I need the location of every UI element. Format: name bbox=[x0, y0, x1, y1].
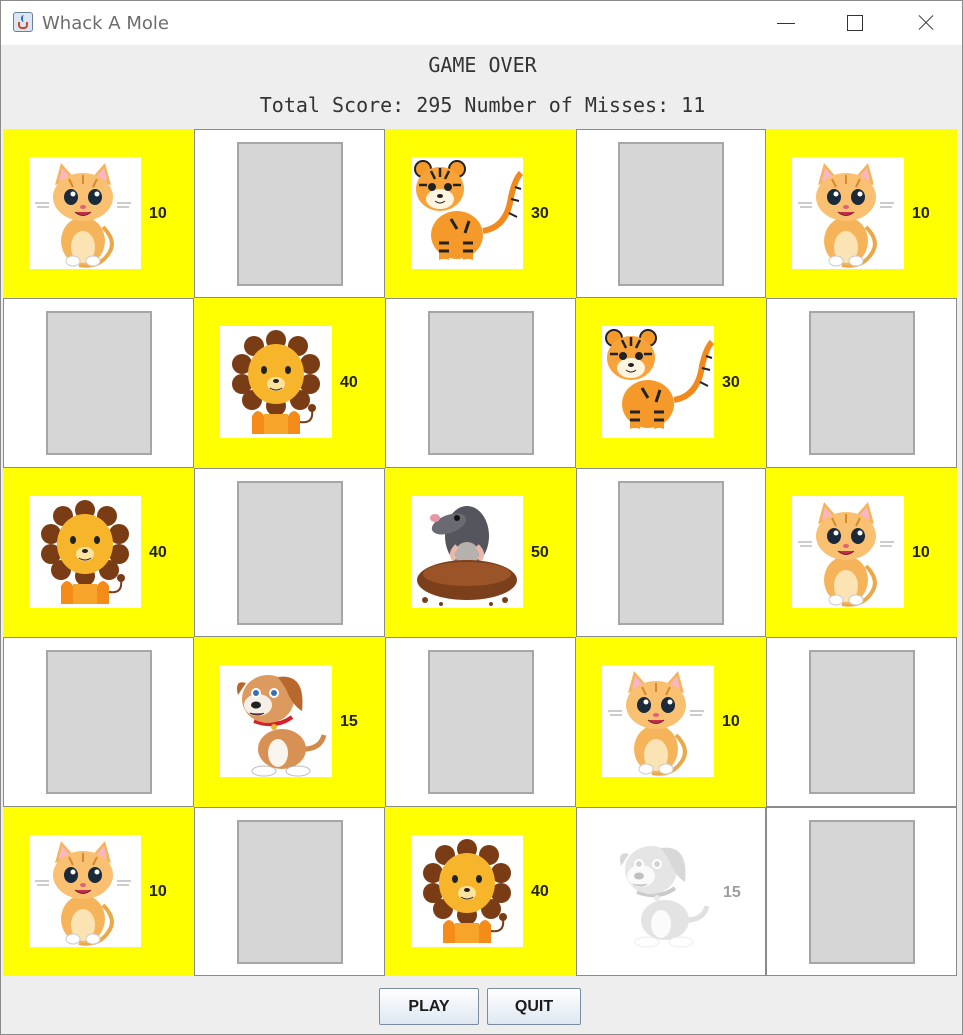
game-window: Whack A Mole GAME OVER Total Score: 295 … bbox=[0, 0, 963, 1035]
empty-hole-button[interactable] bbox=[385, 637, 576, 807]
score-line: Total Score: 295 Number of Misses: 11 bbox=[259, 93, 706, 117]
dog-icon bbox=[220, 665, 332, 777]
tiger-icon bbox=[602, 326, 714, 438]
points-label: 30 bbox=[722, 374, 740, 391]
lion-mole-button[interactable]: 40 bbox=[385, 807, 576, 976]
hole-placeholder bbox=[45, 650, 152, 794]
mole-mole-button[interactable]: 50 bbox=[385, 468, 576, 637]
cat-icon bbox=[29, 157, 141, 269]
lion-icon bbox=[411, 835, 523, 947]
empty-hole-button[interactable] bbox=[3, 298, 194, 468]
window-title: Whack A Mole bbox=[42, 13, 169, 34]
hole-placeholder bbox=[427, 650, 534, 794]
hole-placeholder bbox=[236, 480, 343, 625]
close-button[interactable] bbox=[891, 1, 961, 45]
points-label: 50 bbox=[531, 544, 549, 561]
hole-placeholder bbox=[45, 311, 152, 455]
points-label: 10 bbox=[912, 544, 930, 561]
cat-icon bbox=[602, 665, 714, 777]
cat-icon bbox=[792, 157, 904, 269]
cat-mole-button[interactable]: 10 bbox=[576, 637, 766, 807]
title-bar: Whack A Mole bbox=[1, 1, 962, 45]
cat-mole-button[interactable]: 10 bbox=[3, 129, 194, 298]
empty-hole-button[interactable] bbox=[194, 129, 385, 298]
points-label: 10 bbox=[912, 205, 930, 222]
points-label: 40 bbox=[531, 883, 549, 900]
dog-mole-button[interactable]: 15 bbox=[576, 807, 766, 976]
cat-mole-button[interactable]: 10 bbox=[766, 468, 957, 637]
java-icon bbox=[13, 12, 33, 32]
lion-mole-button[interactable]: 40 bbox=[3, 468, 194, 637]
empty-hole-button[interactable] bbox=[766, 807, 957, 976]
empty-hole-button[interactable] bbox=[576, 129, 766, 298]
play-button[interactable]: PLAY bbox=[379, 988, 479, 1025]
hole-placeholder bbox=[808, 311, 915, 455]
dog-icon bbox=[603, 836, 715, 948]
dog-mole-button[interactable]: 15 bbox=[194, 637, 385, 807]
hole-placeholder bbox=[618, 480, 724, 625]
minimize-button[interactable] bbox=[751, 1, 821, 45]
points-label: 10 bbox=[149, 883, 167, 900]
tiger-mole-button[interactable]: 30 bbox=[385, 129, 576, 298]
mole-icon bbox=[411, 496, 523, 608]
mole-grid: 10 30 10 40 30 40 50 10 15 10 10 40 15 bbox=[3, 129, 957, 976]
empty-hole-button[interactable] bbox=[385, 298, 576, 468]
lion-icon bbox=[29, 496, 141, 608]
points-label: 15 bbox=[723, 884, 741, 901]
game-state-label: GAME OVER bbox=[428, 53, 537, 77]
tiger-icon bbox=[411, 157, 523, 269]
lion-mole-button[interactable]: 40 bbox=[194, 298, 385, 468]
empty-hole-button[interactable] bbox=[766, 637, 957, 807]
lion-icon bbox=[220, 326, 332, 438]
empty-hole-button[interactable] bbox=[194, 807, 385, 976]
hole-placeholder bbox=[236, 819, 343, 964]
hole-placeholder bbox=[808, 650, 915, 794]
cat-mole-button[interactable]: 10 bbox=[3, 807, 194, 976]
hole-placeholder bbox=[427, 311, 534, 455]
empty-hole-button[interactable] bbox=[3, 637, 194, 807]
tiger-mole-button[interactable]: 30 bbox=[576, 298, 766, 468]
cat-icon bbox=[29, 835, 141, 947]
points-label: 40 bbox=[340, 374, 358, 391]
empty-hole-button[interactable] bbox=[194, 468, 385, 637]
empty-hole-button[interactable] bbox=[766, 298, 957, 468]
points-label: 40 bbox=[149, 544, 167, 561]
maximize-button[interactable] bbox=[821, 1, 891, 45]
quit-button[interactable]: QUIT bbox=[487, 988, 581, 1025]
empty-hole-button[interactable] bbox=[576, 468, 766, 637]
cat-icon bbox=[792, 496, 904, 608]
hole-placeholder bbox=[618, 141, 724, 286]
points-label: 10 bbox=[149, 205, 167, 222]
hole-placeholder bbox=[236, 141, 343, 286]
points-label: 30 bbox=[531, 205, 549, 222]
hole-placeholder bbox=[808, 819, 915, 964]
points-label: 10 bbox=[722, 713, 740, 730]
cat-mole-button[interactable]: 10 bbox=[766, 129, 957, 298]
points-label: 15 bbox=[340, 713, 358, 730]
